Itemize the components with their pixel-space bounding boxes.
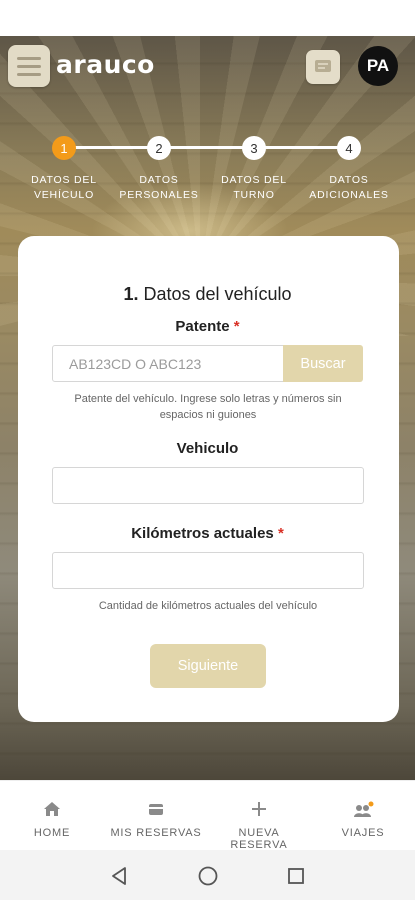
nav-item-mis-reservas[interactable]: Mis reservas bbox=[106, 781, 206, 851]
required-mark: * bbox=[233, 318, 240, 335]
step-2-label: Datos personales bbox=[119, 174, 199, 201]
home-circle-icon[interactable] bbox=[195, 864, 221, 888]
home-icon bbox=[44, 802, 60, 816]
nav-item-home[interactable]: Home bbox=[2, 781, 102, 851]
notification-badge bbox=[368, 801, 374, 807]
group-icon bbox=[354, 801, 374, 817]
menu-button[interactable] bbox=[8, 45, 50, 87]
search-button[interactable]: Buscar bbox=[283, 345, 363, 382]
hamburger-icon bbox=[17, 56, 41, 60]
form-title: 1. Datos del vehículo bbox=[123, 284, 292, 304]
kilometros-help-text: Cantidad de kilómetros actuales del vehí… bbox=[98, 600, 318, 612]
nav-item-nueva-reserva[interactable]: Nueva reserva bbox=[209, 781, 309, 851]
step-3-circle[interactable]: 3 bbox=[242, 136, 266, 160]
step-4-label: Datos adicionales bbox=[309, 174, 389, 201]
patente-label: Patente * bbox=[175, 318, 240, 335]
kilometros-label: Kilómetros actuales * bbox=[131, 525, 284, 542]
patente-input[interactable] bbox=[52, 345, 284, 382]
system-nav-bar bbox=[0, 850, 415, 900]
step-3-label: Datos del turno bbox=[221, 174, 287, 201]
chat-icon bbox=[315, 60, 331, 72]
wallet-icon bbox=[149, 804, 163, 815]
brand-logo: arauco bbox=[56, 50, 155, 79]
stepper-line bbox=[66, 146, 350, 149]
chat-button[interactable] bbox=[306, 50, 340, 84]
next-button[interactable]: Siguiente bbox=[150, 644, 266, 688]
patente-help-text: Patente del vehículo. Ingrese solo letra… bbox=[74, 393, 342, 421]
required-mark: * bbox=[277, 525, 284, 542]
status-bar bbox=[0, 0, 415, 36]
vehiculo-input[interactable] bbox=[52, 467, 364, 504]
step-4-circle[interactable]: 4 bbox=[337, 136, 361, 160]
step-2-circle[interactable]: 2 bbox=[147, 136, 171, 160]
step-1-label: Datos del vehículo bbox=[31, 174, 97, 201]
kilometros-input[interactable] bbox=[52, 552, 364, 589]
back-icon[interactable] bbox=[106, 864, 132, 888]
nav-item-viajes[interactable]: Viajes bbox=[313, 781, 413, 851]
user-avatar[interactable]: PA bbox=[358, 46, 398, 86]
bottom-nav: Home Mis reservas Nueva reserva bbox=[0, 780, 415, 851]
step-1-circle[interactable]: 1 bbox=[52, 136, 76, 160]
plus-icon bbox=[252, 802, 266, 816]
vehiculo-label: Vehiculo bbox=[176, 440, 239, 457]
recents-icon[interactable] bbox=[283, 864, 309, 888]
